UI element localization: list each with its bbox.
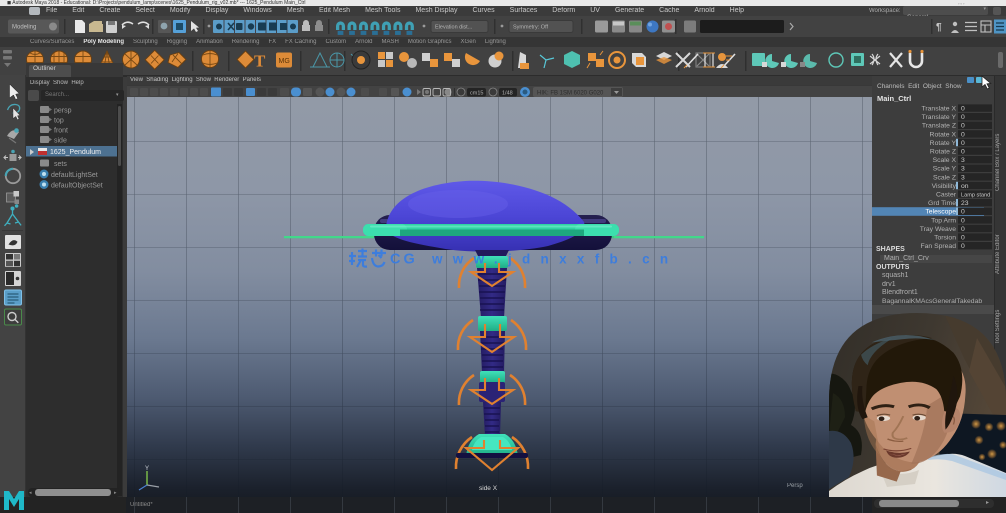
svg-text:on: on (961, 183, 969, 190)
svg-text:T: T (254, 52, 266, 71)
svg-text:defaultObjectSet: defaultObjectSet (51, 183, 103, 190)
svg-text:Tray Weave: Tray Weave (920, 226, 956, 233)
svg-text:Lamp stand: Lamp stand (961, 193, 990, 199)
svg-text:side: side (54, 138, 67, 145)
svg-text:Scale X: Scale X (933, 157, 957, 164)
svg-text:top: top (54, 118, 64, 125)
svg-text:1/48: 1/48 (502, 91, 513, 97)
svg-text:0: 0 (961, 140, 965, 147)
svg-text:MG: MG (279, 58, 290, 65)
svg-text:Top Arm: Top Arm (931, 217, 956, 224)
svg-text:Fan Spread: Fan Spread (920, 243, 956, 250)
svg-text:0: 0 (961, 106, 965, 113)
svg-text:0: 0 (961, 131, 965, 138)
svg-text:www.jdnxxfb.cn: www.jdnxxfb.cn (431, 252, 678, 267)
svg-text:cm15: cm15 (470, 91, 483, 97)
svg-text:Translate Z: Translate Z (922, 123, 956, 130)
svg-text:0: 0 (961, 114, 965, 121)
svg-text:0: 0 (961, 243, 965, 250)
svg-text:Scale Y: Scale Y (933, 166, 957, 173)
svg-text:0: 0 (961, 226, 965, 233)
svg-text:3: 3 (961, 166, 965, 173)
svg-text:¶: ¶ (936, 22, 942, 33)
svg-text:0: 0 (961, 149, 965, 156)
svg-text:Scale Z: Scale Z (933, 174, 956, 181)
svg-text:0: 0 (961, 235, 965, 242)
svg-text:1625_Pendulum: 1625_Pendulum (50, 149, 101, 156)
svg-text:Visibility: Visibility (932, 183, 957, 190)
svg-text:3: 3 (961, 157, 965, 164)
svg-text:Translate X: Translate X (921, 106, 956, 113)
svg-text:Grd Time: Grd Time (928, 200, 956, 207)
svg-text:Rotate Y: Rotate Y (930, 140, 957, 147)
svg-text:0: 0 (961, 123, 965, 130)
svg-text:Caster: Caster (936, 192, 957, 199)
svg-text:defaultLightSet: defaultLightSet (51, 172, 98, 179)
svg-text:front: front (54, 128, 68, 135)
svg-text:HIK: FB 1SM 6020 G020: HIK: FB 1SM 6020 G020 (537, 91, 604, 97)
svg-text:Rotate X: Rotate X (930, 131, 957, 138)
svg-text:Translate Y: Translate Y (922, 114, 957, 121)
svg-text:Elevation dist...: Elevation dist... (435, 25, 473, 31)
svg-text:sets: sets (54, 161, 67, 168)
svg-text:23: 23 (961, 200, 969, 207)
svg-text:Symmetry: Off: Symmetry: Off (513, 25, 549, 31)
svg-text:0: 0 (961, 209, 965, 216)
svg-text:persp: persp (54, 108, 72, 115)
svg-text:3: 3 (961, 174, 965, 181)
svg-text:Telescope: Telescope (925, 209, 956, 216)
svg-text:Torsion: Torsion (934, 235, 956, 242)
svg-text:Rotate Z: Rotate Z (930, 149, 956, 156)
svg-text:Modeling: Modeling (12, 25, 36, 31)
svg-text:0: 0 (961, 217, 965, 224)
svg-text:CG: CG (390, 252, 418, 268)
svg-text:Y: Y (145, 466, 149, 472)
